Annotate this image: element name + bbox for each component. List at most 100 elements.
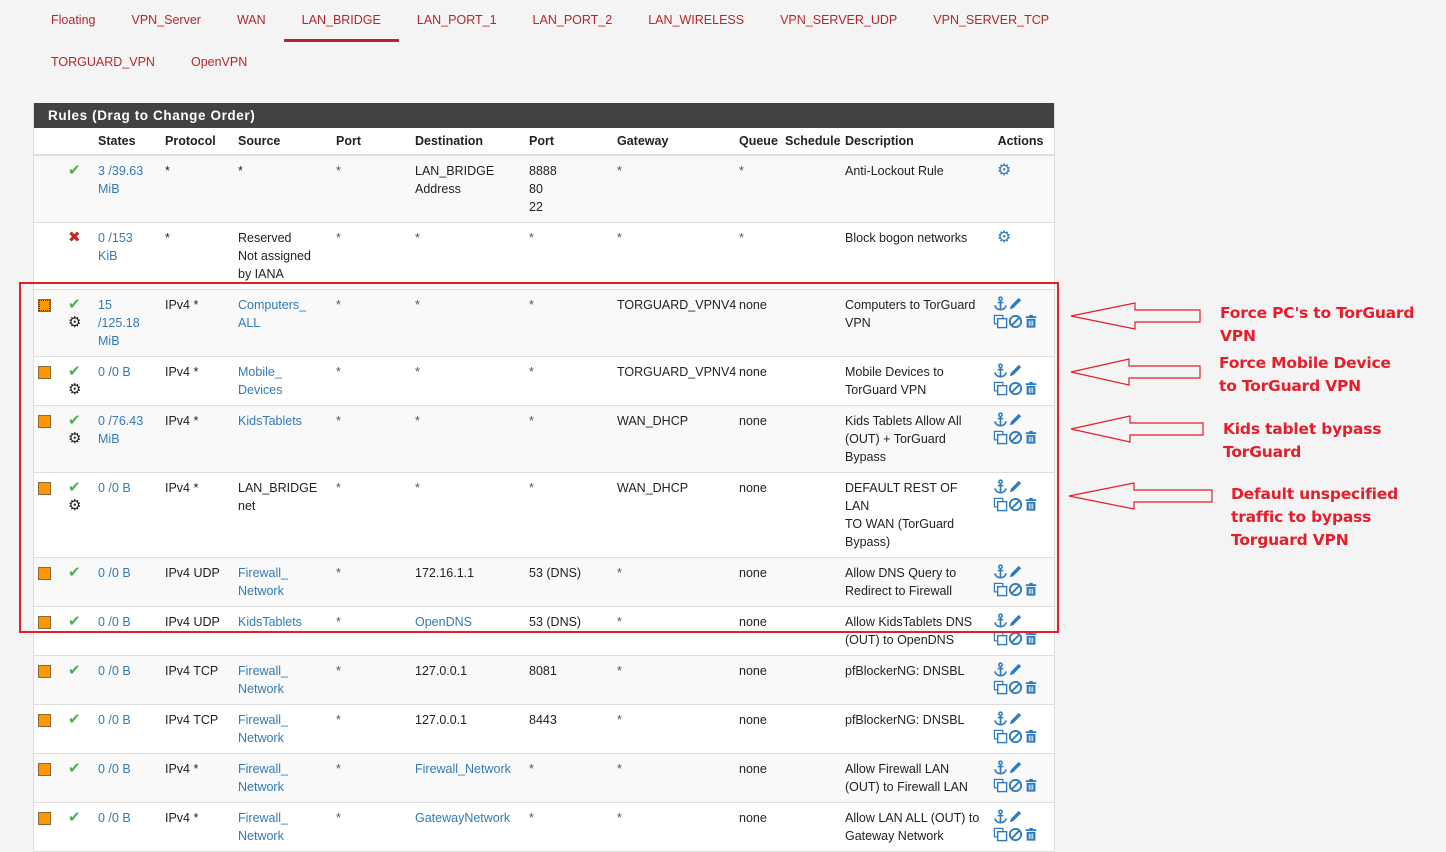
- rule-select-checkbox[interactable]: [38, 567, 51, 580]
- tab-floating[interactable]: Floating: [33, 0, 113, 42]
- states-link[interactable]: 0 /0 B: [98, 811, 131, 825]
- destination-alias-link[interactable]: Firewall_Network: [415, 762, 511, 776]
- table-row[interactable]: ✖ 0 /153 KiB * Reserved Not assigned by IANA * *…: [34, 222, 1054, 290]
- table-row[interactable]: ✔ 3 /39.63 MiB * * * LAN_BRIDGE Address 8888 80 22…: [34, 154, 1054, 223]
- delete-trash-button[interactable]: [1023, 776, 1038, 793]
- anchor-move-button[interactable]: [993, 709, 1008, 726]
- states-link[interactable]: 3 /39.63: [98, 164, 143, 178]
- disable-button[interactable]: [1008, 428, 1023, 445]
- states-link[interactable]: MiB: [98, 432, 120, 446]
- copy-button[interactable]: [993, 580, 1008, 597]
- table-row[interactable]: ✔ 0 /0 B IPv4 UDP Firewall_ Network * 172.16.1…: [34, 557, 1054, 607]
- gear-icon[interactable]: ⚙: [997, 230, 1011, 246]
- table-row[interactable]: ✔ ⚙ 0 /76.43 MiB IPv4 * KidsTablets * * * WAN_DHC…: [34, 405, 1054, 473]
- disable-button[interactable]: [1008, 495, 1023, 512]
- source-alias-link[interactable]: Firewall_: [238, 762, 288, 776]
- table-row[interactable]: ✔ 0 /0 B IPv4 TCP Firewall_ Network * 127.0.0.…: [34, 655, 1054, 705]
- rule-select-checkbox[interactable]: [38, 665, 51, 678]
- disable-button[interactable]: [1008, 727, 1023, 744]
- tab-openvpn[interactable]: OpenVPN: [173, 42, 265, 84]
- delete-trash-button[interactable]: [1023, 629, 1038, 646]
- disable-button[interactable]: [1008, 825, 1023, 842]
- states-link[interactable]: 0 /0 B: [98, 365, 131, 379]
- anchor-move-button[interactable]: [993, 611, 1008, 628]
- copy-button[interactable]: [993, 727, 1008, 744]
- copy-button[interactable]: [993, 312, 1008, 329]
- table-row[interactable]: ✔ 0 /0 B IPv4 * Firewall_ Network * GatewayNet…: [34, 802, 1054, 851]
- tab-vpn-server[interactable]: VPN_Server: [113, 0, 218, 42]
- states-link[interactable]: 0 /153: [98, 231, 133, 245]
- table-row[interactable]: ✔ ⚙ 0 /0 B IPv4 * LAN_BRIDGE net * * * WAN_DHCP no…: [34, 472, 1054, 558]
- edit-pencil-button[interactable]: [1008, 410, 1023, 427]
- destination-alias-link[interactable]: OpenDNS: [415, 615, 472, 629]
- tab-lan-bridge[interactable]: LAN_BRIDGE: [283, 0, 400, 42]
- edit-pencil-button[interactable]: [1008, 758, 1023, 775]
- rule-select-checkbox[interactable]: [38, 763, 51, 776]
- table-row[interactable]: ✔ 0 /0 B IPv4 * Firewall_ Network * Firewall_N…: [34, 753, 1054, 803]
- delete-trash-button[interactable]: [1023, 580, 1038, 597]
- delete-trash-button[interactable]: [1023, 428, 1038, 445]
- source-alias-link[interactable]: Network: [238, 584, 284, 598]
- copy-button[interactable]: [993, 495, 1008, 512]
- tab-vpn-server-udp[interactable]: VPN_SERVER_UDP: [762, 0, 915, 42]
- edit-pencil-button[interactable]: [1008, 361, 1023, 378]
- disable-button[interactable]: [1008, 678, 1023, 695]
- source-alias-link[interactable]: Network: [238, 731, 284, 745]
- tab-lan-wireless[interactable]: LAN_WIRELESS: [630, 0, 762, 42]
- rule-select-checkbox[interactable]: [38, 415, 51, 428]
- tab-vpn-server-tcp[interactable]: VPN_SERVER_TCP: [915, 0, 1067, 42]
- states-link[interactable]: MiB: [98, 334, 120, 348]
- states-link[interactable]: MiB: [98, 182, 120, 196]
- edit-pencil-button[interactable]: [1008, 611, 1023, 628]
- delete-trash-button[interactable]: [1023, 495, 1038, 512]
- anchor-move-button[interactable]: [993, 294, 1008, 311]
- states-link[interactable]: 0 /0 B: [98, 664, 131, 678]
- source-alias-link[interactable]: Firewall_: [238, 713, 288, 727]
- source-alias-link[interactable]: KidsTablets: [238, 414, 302, 428]
- copy-button[interactable]: [993, 678, 1008, 695]
- source-alias-link[interactable]: Network: [238, 780, 284, 794]
- source-alias-link[interactable]: KidsTablets: [238, 615, 302, 629]
- anchor-move-button[interactable]: [993, 361, 1008, 378]
- copy-button[interactable]: [993, 629, 1008, 646]
- delete-trash-button[interactable]: [1023, 379, 1038, 396]
- anchor-move-button[interactable]: [993, 660, 1008, 677]
- source-alias-link[interactable]: Devices: [238, 383, 282, 397]
- source-alias-link[interactable]: Firewall_: [238, 566, 288, 580]
- states-link[interactable]: KiB: [98, 249, 117, 263]
- edit-pencil-button[interactable]: [1008, 807, 1023, 824]
- source-alias-link[interactable]: Firewall_: [238, 664, 288, 678]
- disable-button[interactable]: [1008, 312, 1023, 329]
- source-alias-link[interactable]: Mobile_: [238, 365, 282, 379]
- states-link[interactable]: 0 /76.43: [98, 414, 143, 428]
- source-alias-link[interactable]: Network: [238, 682, 284, 696]
- destination-alias-link[interactable]: GatewayNetwork: [415, 811, 510, 825]
- disable-button[interactable]: [1008, 580, 1023, 597]
- edit-pencil-button[interactable]: [1008, 660, 1023, 677]
- edit-pencil-button[interactable]: [1008, 709, 1023, 726]
- tab-lan-port-1[interactable]: LAN_PORT_1: [399, 0, 515, 42]
- states-link[interactable]: 0 /0 B: [98, 762, 131, 776]
- states-link[interactable]: /125.18: [98, 316, 140, 330]
- table-row[interactable]: ✔ 0 /0 B IPv4 TCP Firewall_ Network * 127.0.0.…: [34, 704, 1054, 754]
- tab-lan-port-2[interactable]: LAN_PORT_2: [515, 0, 631, 42]
- anchor-move-button[interactable]: [993, 410, 1008, 427]
- source-alias-link[interactable]: Network: [238, 829, 284, 843]
- rule-select-checkbox[interactable]: [38, 616, 51, 629]
- source-alias-link[interactable]: ALL: [238, 316, 260, 330]
- delete-trash-button[interactable]: [1023, 678, 1038, 695]
- edit-pencil-button[interactable]: [1008, 562, 1023, 579]
- delete-trash-button[interactable]: [1023, 312, 1038, 329]
- states-link[interactable]: 0 /0 B: [98, 713, 131, 727]
- table-row[interactable]: ✔ ⚙ 15/125.18 MiB IPv4 * Computers_ ALL * * * TORG…: [34, 289, 1054, 357]
- rule-select-checkbox[interactable]: [38, 812, 51, 825]
- source-alias-link[interactable]: Firewall_: [238, 811, 288, 825]
- rule-select-checkbox[interactable]: [38, 714, 51, 727]
- rule-select-checkbox[interactable]: [38, 299, 51, 312]
- source-alias-link[interactable]: Computers_: [238, 298, 306, 312]
- gear-icon[interactable]: ⚙: [997, 163, 1011, 179]
- table-row[interactable]: ✔ ⚙ 0 /0 B IPv4 * Mobile_ Devices * * * TORGUARD_…: [34, 356, 1054, 406]
- edit-pencil-button[interactable]: [1008, 294, 1023, 311]
- anchor-move-button[interactable]: [993, 562, 1008, 579]
- anchor-move-button[interactable]: [993, 807, 1008, 824]
